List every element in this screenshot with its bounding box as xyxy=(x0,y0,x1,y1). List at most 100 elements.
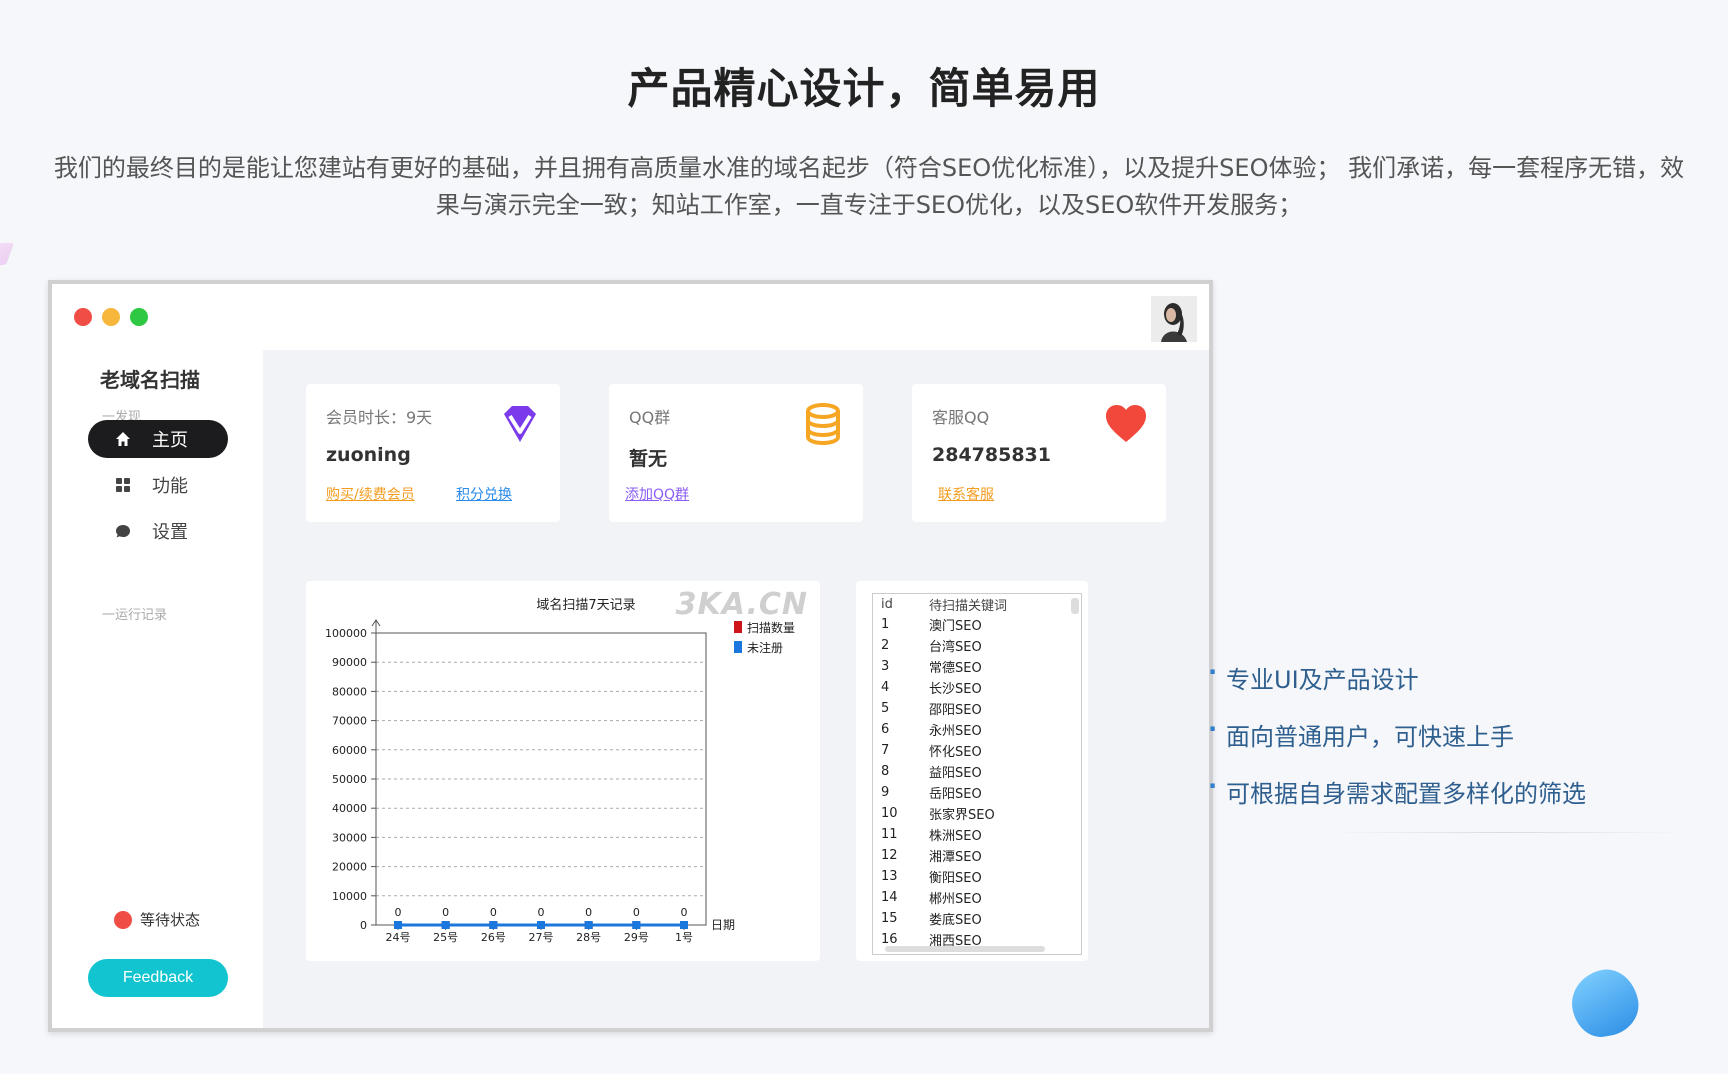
coins-icon xyxy=(801,402,845,446)
home-icon xyxy=(114,430,132,448)
qq-group-value: 暂无 xyxy=(629,448,668,470)
add-qq-group-link[interactable]: 添加QQ群 xyxy=(625,484,689,504)
member-card: 会员时长：9天 zuoning 购买/续费会员 积分兑换 xyxy=(306,384,560,522)
cell-id: 14 xyxy=(881,890,898,905)
qq-group-card: QQ群 暂无 添加QQ群 xyxy=(609,384,863,522)
cell-id: 5 xyxy=(881,701,890,716)
y-tick-label: 70000 xyxy=(332,715,367,728)
table-header: id 待扫描关键词 xyxy=(873,594,1081,614)
x-tick-label: 28号 xyxy=(576,931,601,944)
table-row[interactable]: 1 澳门SEO xyxy=(873,614,1081,635)
avatar[interactable] xyxy=(1151,296,1197,342)
sidebar-item-label: 主页 xyxy=(152,430,188,451)
table-row[interactable]: 15 娄底SEO xyxy=(873,908,1081,929)
horizontal-scrollbar[interactable] xyxy=(885,946,1045,952)
cell-keyword: 湘潭SEO xyxy=(929,850,982,865)
sidebar-item-home[interactable]: 主页 xyxy=(88,420,228,458)
support-qq-number: 284785831 xyxy=(932,444,1051,466)
table-row[interactable]: 3 常德SEO xyxy=(873,656,1081,677)
series-point xyxy=(441,921,450,929)
column-header-keyword: 待扫描关键词 xyxy=(929,598,1008,614)
cell-id: 11 xyxy=(881,827,898,842)
feedback-button[interactable]: Feedback xyxy=(88,959,228,997)
series-point xyxy=(489,921,498,929)
page-description: 我们的最终目的是能让您建站有更好的基础，并且拥有高质量水准的域名起步（符合SEO… xyxy=(53,154,1685,219)
x-tick-label: 1号 xyxy=(675,931,693,944)
chart-axes xyxy=(371,619,707,926)
x-tick-label: 29号 xyxy=(624,931,649,944)
table-row[interactable]: 14 郴州SEO xyxy=(873,887,1081,908)
table-row[interactable]: 6 永州SEO xyxy=(873,719,1081,740)
divider xyxy=(1330,832,1685,833)
cell-id: 2 xyxy=(881,638,890,653)
table-row[interactable]: 5 邵阳SEO xyxy=(873,698,1081,719)
window-controls xyxy=(74,308,148,326)
y-tick-label: 10000 xyxy=(332,890,367,903)
member-username: zuoning xyxy=(326,444,411,466)
cell-keyword: 长沙SEO xyxy=(929,682,982,697)
support-qq-label: 客服QQ xyxy=(932,408,990,427)
data-label: 0 xyxy=(585,906,592,919)
sidebar-item-label: 设置 xyxy=(152,522,188,543)
y-tick-label: 20000 xyxy=(332,861,367,874)
chart-title: 域名扫描7天记录 xyxy=(536,597,635,613)
series-point xyxy=(537,921,545,929)
table-row[interactable]: 4 长沙SEO xyxy=(873,677,1081,698)
table-row[interactable]: 2 台湾SEO xyxy=(873,635,1081,656)
cell-id: 10 xyxy=(881,806,898,821)
sidebar-item-features[interactable]: 功能 xyxy=(88,466,228,504)
cell-keyword: 邵阳SEO xyxy=(929,703,982,718)
y-tick-label: 50000 xyxy=(332,773,367,786)
close-window-button[interactable] xyxy=(74,308,92,326)
chat-icon xyxy=(114,522,132,540)
cell-keyword: 常德SEO xyxy=(929,661,982,676)
scan-chart: 域名扫描7天记录 1000009000080000700006000050000… xyxy=(325,597,795,944)
table-row[interactable]: 7 怀化SEO xyxy=(873,740,1081,761)
table-row[interactable]: 8 益阳SEO xyxy=(873,761,1081,782)
table-row[interactable]: 10 张家界SEO xyxy=(873,803,1081,824)
sidebar-item-settings[interactable]: 设置 xyxy=(88,512,228,550)
x-tick-label: 24号 xyxy=(386,931,411,944)
buy-membership-link[interactable]: 购买/续费会员 xyxy=(326,484,415,504)
grid-icon xyxy=(114,476,132,494)
y-tick-label: 0 xyxy=(360,919,367,932)
app-window: 老域名扫描 一发现 主页 功能 设置 一运行记录 等待状态 Feedback 会… xyxy=(48,280,1213,1032)
app-name: 老域名扫描 xyxy=(100,368,200,392)
series-point xyxy=(632,921,641,929)
keyword-table[interactable]: id 待扫描关键词 1 澳门SEO 2 台湾SEO 3 常德SEO 4 长沙SEO 5 邵阳SEO… xyxy=(872,593,1082,955)
x-axis-label: 日期 xyxy=(711,918,735,932)
data-label: 0 xyxy=(538,906,545,919)
contact-support-link[interactable]: 联系客服 xyxy=(938,484,994,504)
chart-series: 0 0 0 0 0 0 0 xyxy=(394,906,688,929)
table-row[interactable]: 13 衡阳SEO xyxy=(873,866,1081,887)
cell-keyword: 台湾SEO xyxy=(929,640,982,655)
legend-label: 未注册 xyxy=(747,640,783,655)
cell-keyword: 株洲SEO xyxy=(929,829,982,844)
cell-id: 9 xyxy=(881,785,890,800)
cell-keyword: 益阳SEO xyxy=(929,766,982,781)
x-tick-label: 26号 xyxy=(481,931,506,944)
x-tick-label: 27号 xyxy=(529,931,554,944)
data-label: 0 xyxy=(681,906,688,919)
table-body: 1 澳门SEO 2 台湾SEO 3 常德SEO 4 长沙SEO 5 邵阳SEO 6 永州SEO 7 怀化S… xyxy=(873,614,1081,954)
feature-item: 面向普通用户，可快速上手 xyxy=(1208,715,1586,774)
feature-item: 可根据自身需求配置多样化的筛选 xyxy=(1208,772,1586,831)
cell-keyword: 张家界SEO xyxy=(929,808,995,823)
y-tick-label: 100000 xyxy=(325,627,367,640)
points-exchange-link[interactable]: 积分兑换 xyxy=(456,484,512,504)
table-row[interactable]: 11 株洲SEO xyxy=(873,824,1081,845)
cell-keyword: 郴州SEO xyxy=(929,892,982,907)
decoration-blob xyxy=(1566,964,1644,1042)
vertical-scrollbar[interactable] xyxy=(1071,598,1079,614)
minimize-window-button[interactable] xyxy=(102,308,120,326)
table-row[interactable]: 12 湘潭SEO xyxy=(873,845,1081,866)
qq-group-label: QQ群 xyxy=(629,408,671,427)
member-duration-label: 会员时长：9天 xyxy=(326,408,433,427)
cell-keyword: 衡阳SEO xyxy=(929,871,982,886)
table-row[interactable]: 9 岳阳SEO xyxy=(873,782,1081,803)
scan-chart-card: 3KA.CN 域名扫描7天记录 100000 90000 80000 70000 600… xyxy=(306,581,820,961)
decoration-shape xyxy=(0,243,15,265)
feature-item: 专业UI及产品设计 xyxy=(1208,658,1586,717)
cell-id: 6 xyxy=(881,722,890,737)
maximize-window-button[interactable] xyxy=(130,308,148,326)
